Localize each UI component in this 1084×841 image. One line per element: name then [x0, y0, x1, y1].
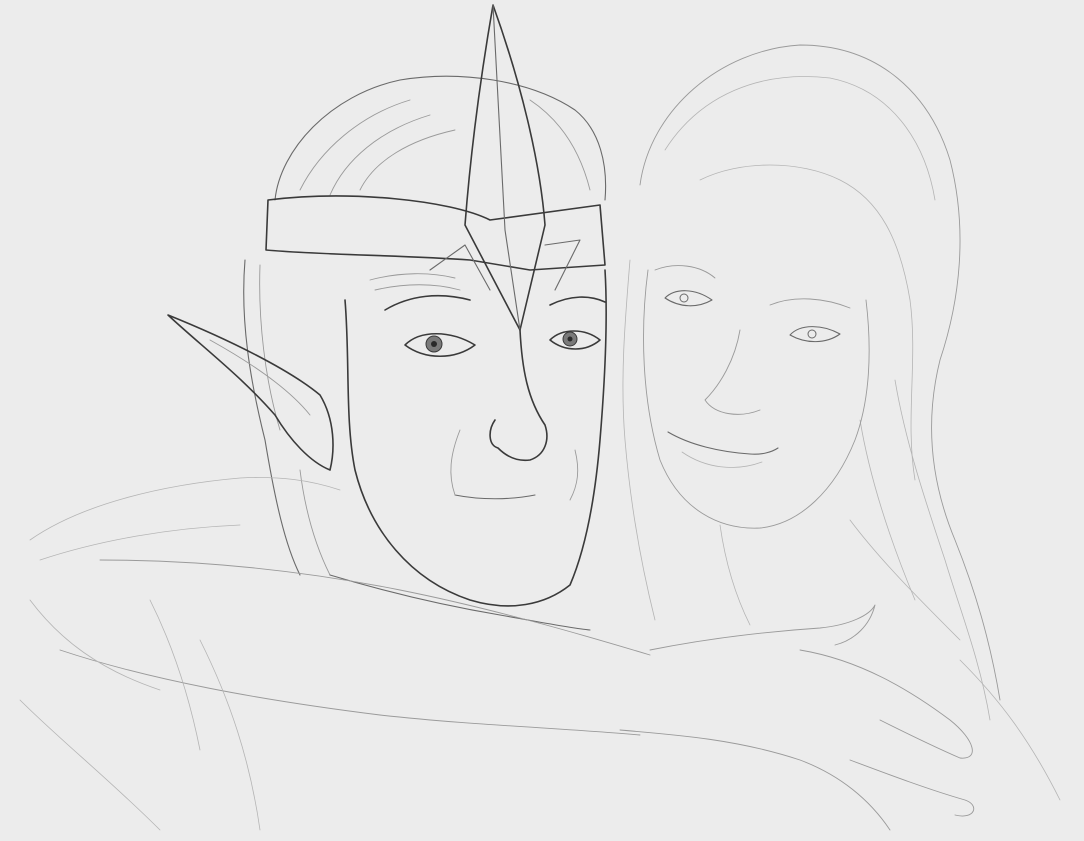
arm-contour	[29, 599, 161, 691]
woman-face-contour	[643, 269, 870, 529]
elf-nose	[489, 329, 548, 462]
woman-hair-strand	[859, 419, 916, 601]
woman-hair-strand	[664, 76, 936, 201]
woman-mouth	[667, 431, 779, 455]
body-shoulder-line	[29, 477, 341, 541]
woman-left-eye	[664, 290, 713, 307]
elf-circlet-spike	[464, 4, 546, 331]
elf-forehead-wrinkle	[374, 284, 461, 291]
woman-hair-outline	[639, 44, 1001, 701]
woman-right-eye	[789, 326, 841, 343]
woman-arm	[619, 729, 891, 831]
elf-circlet-spike-ridge	[492, 4, 521, 331]
body-shoulder-line	[39, 524, 241, 561]
sketch-canvas	[0, 0, 1084, 841]
embrace-body	[19, 477, 1061, 831]
woman-shoulder	[849, 519, 961, 641]
elf-hair-strand	[329, 114, 431, 196]
woman-left-iris	[679, 293, 689, 303]
woman-hair-strand	[622, 259, 656, 621]
woman-right-iris	[807, 329, 817, 339]
elf-forehead-wrinkle	[369, 273, 456, 281]
elf-hair-strand	[299, 99, 411, 191]
elf-circlet-ornament	[429, 239, 581, 291]
elf-ear	[167, 314, 334, 471]
elf-cheek-line	[569, 449, 579, 501]
woman-nose	[704, 329, 761, 415]
elf-side-hair	[243, 259, 301, 576]
woman-hair-strand	[699, 164, 916, 481]
elf-figure	[167, 4, 607, 631]
woman-right-eyebrow	[769, 298, 851, 309]
elf-right-eyebrow	[549, 296, 606, 306]
woman-neck	[719, 524, 751, 626]
torso-line	[199, 639, 261, 831]
elf-left-eyebrow	[384, 294, 471, 311]
arm-lower	[59, 649, 641, 736]
elf-neck	[329, 574, 591, 631]
elf-mouth	[454, 494, 536, 500]
woman-hand-fingers	[849, 759, 975, 817]
body-right-line	[959, 659, 1061, 801]
woman-left-eyebrow	[654, 265, 716, 279]
elf-cheek-line	[450, 429, 461, 496]
woman-hand-fingers	[799, 649, 973, 759]
woman-hand	[649, 604, 876, 651]
elf-side-hair-strand	[259, 264, 281, 431]
woman-figure	[619, 44, 1001, 831]
elf-face-contour	[344, 269, 607, 607]
elf-hair-strand	[359, 129, 456, 191]
sleeve-line	[149, 599, 201, 751]
elf-left-pupil	[431, 341, 437, 347]
woman-hair-strand	[894, 379, 991, 721]
torso-line	[19, 699, 161, 831]
elf-right-pupil	[567, 336, 573, 342]
elf-circlet-band	[265, 195, 606, 271]
elf-hair-top	[274, 75, 607, 201]
arm-upper	[99, 559, 651, 656]
sketch-drawing	[19, 4, 1061, 831]
